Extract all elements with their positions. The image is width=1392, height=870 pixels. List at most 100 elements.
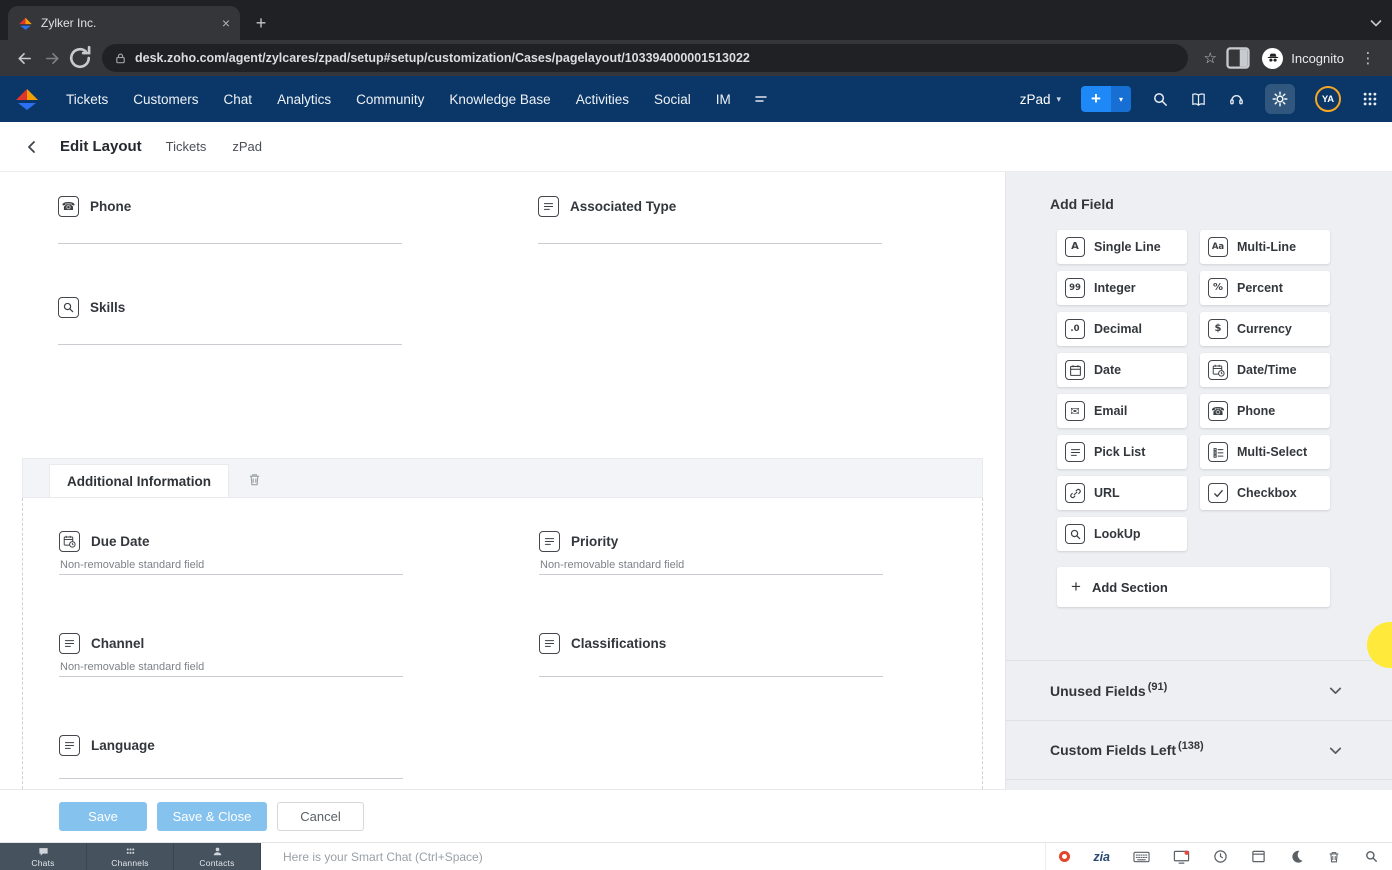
keyboard-icon[interactable]	[1133, 850, 1150, 864]
section-header: Additional Information	[22, 458, 983, 498]
tab-search-chevron-icon[interactable]	[1368, 15, 1384, 31]
new-tab-button[interactable]: +	[248, 10, 274, 36]
tab-close-icon[interactable]: ×	[222, 15, 230, 31]
history-clock-icon[interactable]	[1213, 849, 1228, 864]
field-type-phone[interactable]: ☎ Phone	[1200, 394, 1330, 428]
knowledge-book-icon[interactable]	[1189, 90, 1207, 108]
apps-grid-icon[interactable]	[1361, 91, 1378, 108]
field-type-label: Decimal	[1094, 322, 1142, 336]
layout-field-phone[interactable]: ☎ Phone	[58, 196, 516, 297]
avatar[interactable]: YA	[1315, 86, 1341, 112]
unused-fields-toggle[interactable]: Unused Fields (91)	[1006, 660, 1392, 720]
layout-field-associated-type[interactable]: Associated Type	[538, 196, 996, 297]
address-bar[interactable]: desk.zoho.com/agent/zylcares/zpad/setup#…	[102, 44, 1189, 72]
phone-icon: ☎	[1208, 401, 1228, 421]
picklist-icon	[538, 196, 559, 217]
field-type-integer[interactable]: 99 Integer	[1057, 271, 1187, 305]
reload-button[interactable]	[66, 44, 94, 72]
zoho-desk-logo[interactable]	[14, 87, 40, 111]
notifications-icon[interactable]	[1173, 849, 1190, 865]
nav-item-chat[interactable]: Chat	[224, 92, 253, 107]
field-type-currency[interactable]: $ Currency	[1200, 312, 1330, 346]
field-type-checkbox[interactable]: Checkbox	[1200, 476, 1330, 510]
layout-field-language[interactable]: Language	[59, 735, 517, 790]
nav-item-community[interactable]: Community	[356, 92, 424, 107]
add-section-button[interactable]: + Add Section	[1057, 567, 1330, 607]
quick-add-caret-icon[interactable]: ▾	[1111, 86, 1131, 112]
nav-item-analytics[interactable]: Analytics	[277, 92, 331, 107]
plus-icon[interactable]: +	[1081, 86, 1111, 112]
unused-fields-label: Unused Fields	[1050, 682, 1146, 699]
forward-button[interactable]	[38, 44, 66, 72]
browser-tab[interactable]: Zylker Inc. ×	[8, 6, 240, 40]
nav-item-activities[interactable]: Activities	[576, 92, 629, 107]
chat-tab-label: Contacts	[199, 857, 235, 868]
field-type-label: Checkbox	[1237, 486, 1297, 500]
custom-fields-left-toggle[interactable]: Custom Fields Left (138)	[1006, 720, 1392, 780]
setup-gear-icon[interactable]	[1265, 84, 1295, 114]
layout-canvas: ☎ Phone Associated Type Skills Additiona…	[0, 172, 1006, 790]
night-mode-moon-icon[interactable]	[1289, 849, 1304, 864]
search-icon[interactable]	[1151, 90, 1169, 108]
field-type-single-line[interactable]: A Single Line	[1057, 230, 1187, 264]
trash-icon[interactable]	[1327, 849, 1341, 864]
field-underline	[59, 574, 403, 575]
back-button[interactable]	[10, 44, 38, 72]
field-type-label: LookUp	[1094, 527, 1141, 541]
field-type-pick-list[interactable]: Pick List	[1057, 435, 1187, 469]
nav-item-social[interactable]: Social	[654, 92, 691, 107]
chat-search-icon[interactable]	[1364, 849, 1379, 864]
incognito-label: Incognito	[1291, 50, 1344, 66]
save-button[interactable]: Save	[59, 801, 147, 831]
nav-item-knowledge-base[interactable]: Knowledge Base	[449, 92, 550, 107]
field-type-email[interactable]: ✉ Email	[1057, 394, 1187, 428]
field-type-lookup[interactable]: LookUp	[1057, 517, 1187, 551]
side-panel-icon[interactable]	[1224, 44, 1252, 72]
save-close-button[interactable]: Save & Close	[157, 801, 267, 831]
cancel-button[interactable]: Cancel	[277, 801, 364, 831]
nav-item-im[interactable]: IM	[716, 92, 731, 107]
chat-tab-contacts[interactable]: Contacts	[174, 843, 261, 870]
field-type-date-time[interactable]: Date/Time	[1200, 353, 1330, 387]
field-underline	[539, 676, 883, 677]
chat-tab-channels[interactable]: Channels	[87, 843, 174, 870]
bookmark-star-icon[interactable]: ☆	[1196, 44, 1224, 72]
window-card-icon[interactable]	[1251, 849, 1266, 864]
section-title[interactable]: Additional Information	[49, 464, 229, 497]
custom-fields-left-count: (138)	[1178, 740, 1204, 752]
back-chevron-icon[interactable]	[24, 139, 40, 155]
smart-chat-input[interactable]	[261, 843, 1046, 870]
nav-item-customers[interactable]: Customers	[133, 92, 198, 107]
channels-icon	[125, 846, 136, 857]
department-selector[interactable]: zPad ▾	[1020, 92, 1061, 107]
gear-glyph	[1271, 90, 1289, 108]
action-bar: Save Save & Close Cancel	[0, 790, 1392, 842]
field-underline	[59, 676, 403, 677]
nav-more-icon[interactable]	[753, 91, 769, 107]
layout-field-priority[interactable]: Priority Non-removable standard field	[539, 531, 997, 633]
quick-add-button[interactable]: + ▾	[1081, 86, 1131, 112]
field-type-multi-select[interactable]: Multi-Select	[1200, 435, 1330, 469]
browser-menu-icon[interactable]: ⋮	[1354, 44, 1382, 72]
layout-field-due-date[interactable]: Due Date Non-removable standard field	[59, 531, 517, 633]
headset-icon[interactable]	[1227, 90, 1245, 108]
field-type-url[interactable]: URL	[1057, 476, 1187, 510]
lookup-icon	[58, 297, 79, 318]
field-underline	[59, 778, 403, 779]
status-ring-icon[interactable]	[1059, 851, 1071, 862]
field-type-date[interactable]: Date	[1057, 353, 1187, 387]
field-type-decimal[interactable]: .0 Decimal	[1057, 312, 1187, 346]
zia-icon[interactable]: zia	[1093, 850, 1110, 864]
incognito-spy-icon	[1262, 47, 1284, 69]
url-icon	[1065, 483, 1085, 503]
picklist-icon	[539, 531, 560, 552]
field-type-percent[interactable]: % Percent	[1200, 271, 1330, 305]
field-type-multi-line[interactable]: Aa Multi-Line	[1200, 230, 1330, 264]
layout-field-skills[interactable]: Skills	[58, 297, 516, 398]
layout-field-channel[interactable]: Channel Non-removable standard field	[59, 633, 517, 735]
layout-field-classifications[interactable]: Classifications	[539, 633, 997, 735]
delete-section-icon[interactable]	[247, 472, 262, 487]
tab-title: Zylker Inc.	[41, 16, 97, 30]
nav-item-tickets[interactable]: Tickets	[66, 92, 108, 107]
chat-tab-chats[interactable]: Chats	[0, 843, 87, 870]
